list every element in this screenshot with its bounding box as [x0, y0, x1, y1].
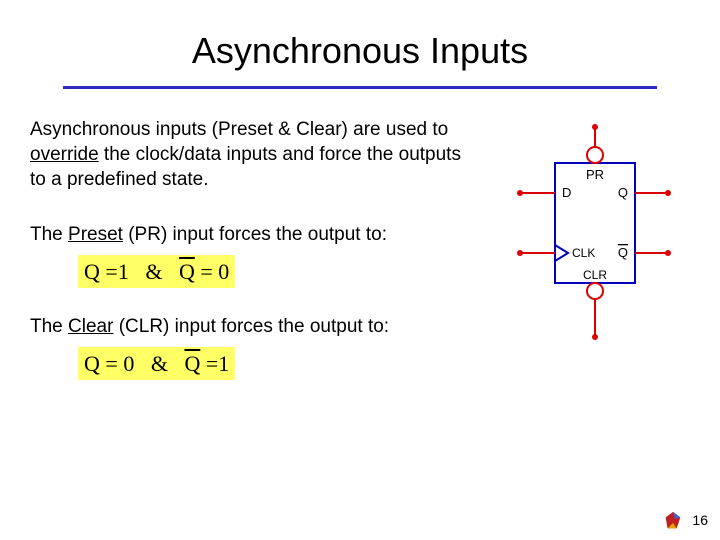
- eq2-op1: =: [105, 351, 117, 376]
- eq2: Q = 0 & Q =1: [78, 347, 235, 380]
- equation-preset: Q =1 & Q = 0: [78, 255, 482, 288]
- ff-label-clr: CLR: [583, 268, 607, 282]
- para3-underline: Clear: [68, 316, 113, 337]
- text-column: Asynchronous inputs (Preset & Clear) are…: [30, 117, 482, 406]
- eq1-op2: =: [200, 259, 212, 284]
- eq1-qbar: Q: [179, 259, 195, 284]
- content-area: Asynchronous inputs (Preset & Clear) are…: [30, 117, 690, 406]
- para3-post: (CLR) input forces the output to:: [113, 316, 389, 337]
- eq2-q: Q: [84, 351, 100, 376]
- pltw-logo-icon: [662, 510, 684, 532]
- eq2-v2: 1: [218, 351, 229, 376]
- eq2-v1: 0: [123, 351, 134, 376]
- eq1-amp: &: [145, 259, 162, 284]
- page-number: 16: [692, 512, 708, 528]
- para2-post: (PR) input forces the output to:: [123, 224, 387, 245]
- para3-pre: The: [30, 316, 68, 337]
- ff-label-qbar: Q: [618, 245, 628, 260]
- slide-root: Asynchronous Inputs Asynchronous inputs …: [0, 0, 720, 540]
- para1-underline: override: [30, 144, 99, 165]
- ff-label-clk: CLK: [572, 246, 595, 260]
- flipflop-diagram: PR D Q CLK Q CLR: [500, 123, 680, 353]
- equation-clear: Q = 0 & Q =1: [78, 347, 482, 380]
- eq1-q: Q: [84, 259, 100, 284]
- eq1-op1: =: [105, 259, 117, 284]
- para1-pre: Asynchronous inputs (Preset & Clear) are…: [30, 119, 448, 140]
- para2-pre: The: [30, 224, 68, 245]
- paragraph-clear: The Clear (CLR) input forces the output …: [30, 314, 482, 339]
- ff-label-pr: PR: [586, 167, 604, 182]
- eq1-v2: 0: [218, 259, 229, 284]
- slide-title: Asynchronous Inputs: [30, 20, 690, 76]
- eq2-op2: =: [206, 351, 218, 376]
- eq1: Q =1 & Q = 0: [78, 255, 235, 288]
- paragraph-preset: The Preset (PR) input forces the output …: [30, 222, 482, 247]
- paragraph-definition: Asynchronous inputs (Preset & Clear) are…: [30, 117, 482, 192]
- ff-label-q: Q: [618, 185, 628, 200]
- diagram-column: PR D Q CLK Q CLR: [500, 117, 690, 406]
- title-underline: [63, 86, 657, 89]
- para2-underline: Preset: [68, 224, 123, 245]
- eq2-qbar: Q: [184, 351, 200, 376]
- ff-label-d: D: [562, 185, 571, 200]
- eq2-amp: &: [151, 351, 168, 376]
- eq1-v1: 1: [118, 259, 129, 284]
